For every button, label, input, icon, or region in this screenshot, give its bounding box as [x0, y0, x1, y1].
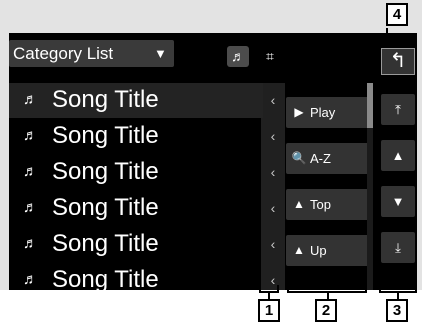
last-page-button[interactable]: ⤓	[381, 232, 415, 263]
callout-3-stem	[397, 292, 399, 299]
top-label: Top	[310, 197, 331, 212]
song-title: Song Title	[52, 194, 159, 221]
up-button[interactable]: ▲ Up	[286, 235, 370, 266]
song-list-item[interactable]: ♬ Song Title	[9, 191, 263, 226]
scrollbar-thumb[interactable]	[367, 83, 373, 128]
folder-top-icon: ▲	[293, 197, 305, 211]
play-icon: ▶	[294, 105, 304, 119]
song-list-item[interactable]: ♬ Song Title	[9, 227, 263, 262]
expand-chevron-icon[interactable]: ‹	[268, 155, 278, 190]
callout-2: 2	[315, 299, 337, 322]
song-title: Song Title	[52, 122, 159, 149]
top-button[interactable]: ▲ Top	[286, 189, 370, 220]
skip-to-bottom-icon: ⤓	[395, 240, 401, 255]
callout-1-stem	[268, 292, 270, 299]
scrollbar[interactable]	[367, 83, 373, 290]
music-note-icon: ♬	[23, 271, 38, 288]
song-title: Song Title	[52, 86, 159, 113]
song-list-item[interactable]: ♬ Song Title	[9, 119, 263, 154]
callout-3: 3	[386, 299, 408, 322]
back-button[interactable]: ↰	[381, 48, 415, 75]
magnifier-icon: 🔍	[291, 151, 307, 165]
play-label: Play	[310, 105, 336, 120]
music-note-icon: ♬	[23, 163, 38, 180]
expand-chevron-icon[interactable]: ‹	[268, 119, 278, 154]
music-note-icon: ♬	[23, 199, 38, 216]
page-down-button[interactable]: ▼	[381, 186, 415, 217]
page-up-button[interactable]: ▲	[381, 140, 415, 171]
category-list-dropdown[interactable]: Category List ▼	[9, 40, 174, 67]
song-title: Song Title	[52, 158, 159, 185]
song-list-item[interactable]: ♬ Song Title	[9, 83, 263, 118]
expand-chevron-icon[interactable]: ‹	[268, 227, 278, 262]
callout-4-bracket	[386, 28, 388, 40]
callout-2-stem	[327, 292, 329, 299]
folder-up-icon: ▲	[293, 243, 305, 257]
play-button[interactable]: ▶ Play	[286, 97, 370, 128]
song-list-item[interactable]: ♬ Song Title	[9, 155, 263, 190]
return-arrow-icon: ↰	[389, 50, 407, 72]
arrow-up-icon: ▲	[391, 148, 405, 163]
song-list-item[interactable]: ♬ Song Title	[9, 263, 263, 290]
category-list-label: Category List	[13, 44, 114, 63]
song-title: Song Title	[52, 266, 159, 290]
video-filter-button[interactable]: ⌗	[259, 46, 281, 67]
music-filter-button[interactable]: ♬	[227, 46, 249, 67]
film-icon: ⌗	[266, 48, 274, 64]
first-page-button[interactable]: ⤒	[381, 94, 415, 125]
music-note-icon: ♬	[231, 48, 245, 64]
music-note-icon: ♬	[23, 127, 38, 144]
skip-to-top-icon: ⤒	[395, 102, 401, 117]
expand-chevron-icon[interactable]: ‹	[268, 191, 278, 226]
category-list-panel: Category List ▼ ♬ ⌗ ↰ ♬ Song Title ♬ Song T…	[9, 33, 417, 290]
callout-1: 1	[258, 299, 280, 322]
up-label: Up	[310, 243, 327, 258]
song-title: Song Title	[52, 230, 159, 257]
dropdown-arrow-icon: ▼	[154, 46, 167, 61]
a-z-search-label: A-Z	[310, 151, 331, 166]
expand-chevron-icon[interactable]: ‹	[268, 83, 278, 118]
arrow-down-icon: ▼	[391, 194, 405, 209]
music-note-icon: ♬	[23, 235, 38, 252]
a-z-search-button[interactable]: 🔍 A-Z	[286, 143, 370, 174]
music-note-icon: ♬	[23, 91, 38, 108]
callout-4: 4	[386, 3, 408, 26]
screen: Category List ▼ ♬ ⌗ ↰ ♬ Song Title ♬ Song T…	[0, 0, 422, 290]
